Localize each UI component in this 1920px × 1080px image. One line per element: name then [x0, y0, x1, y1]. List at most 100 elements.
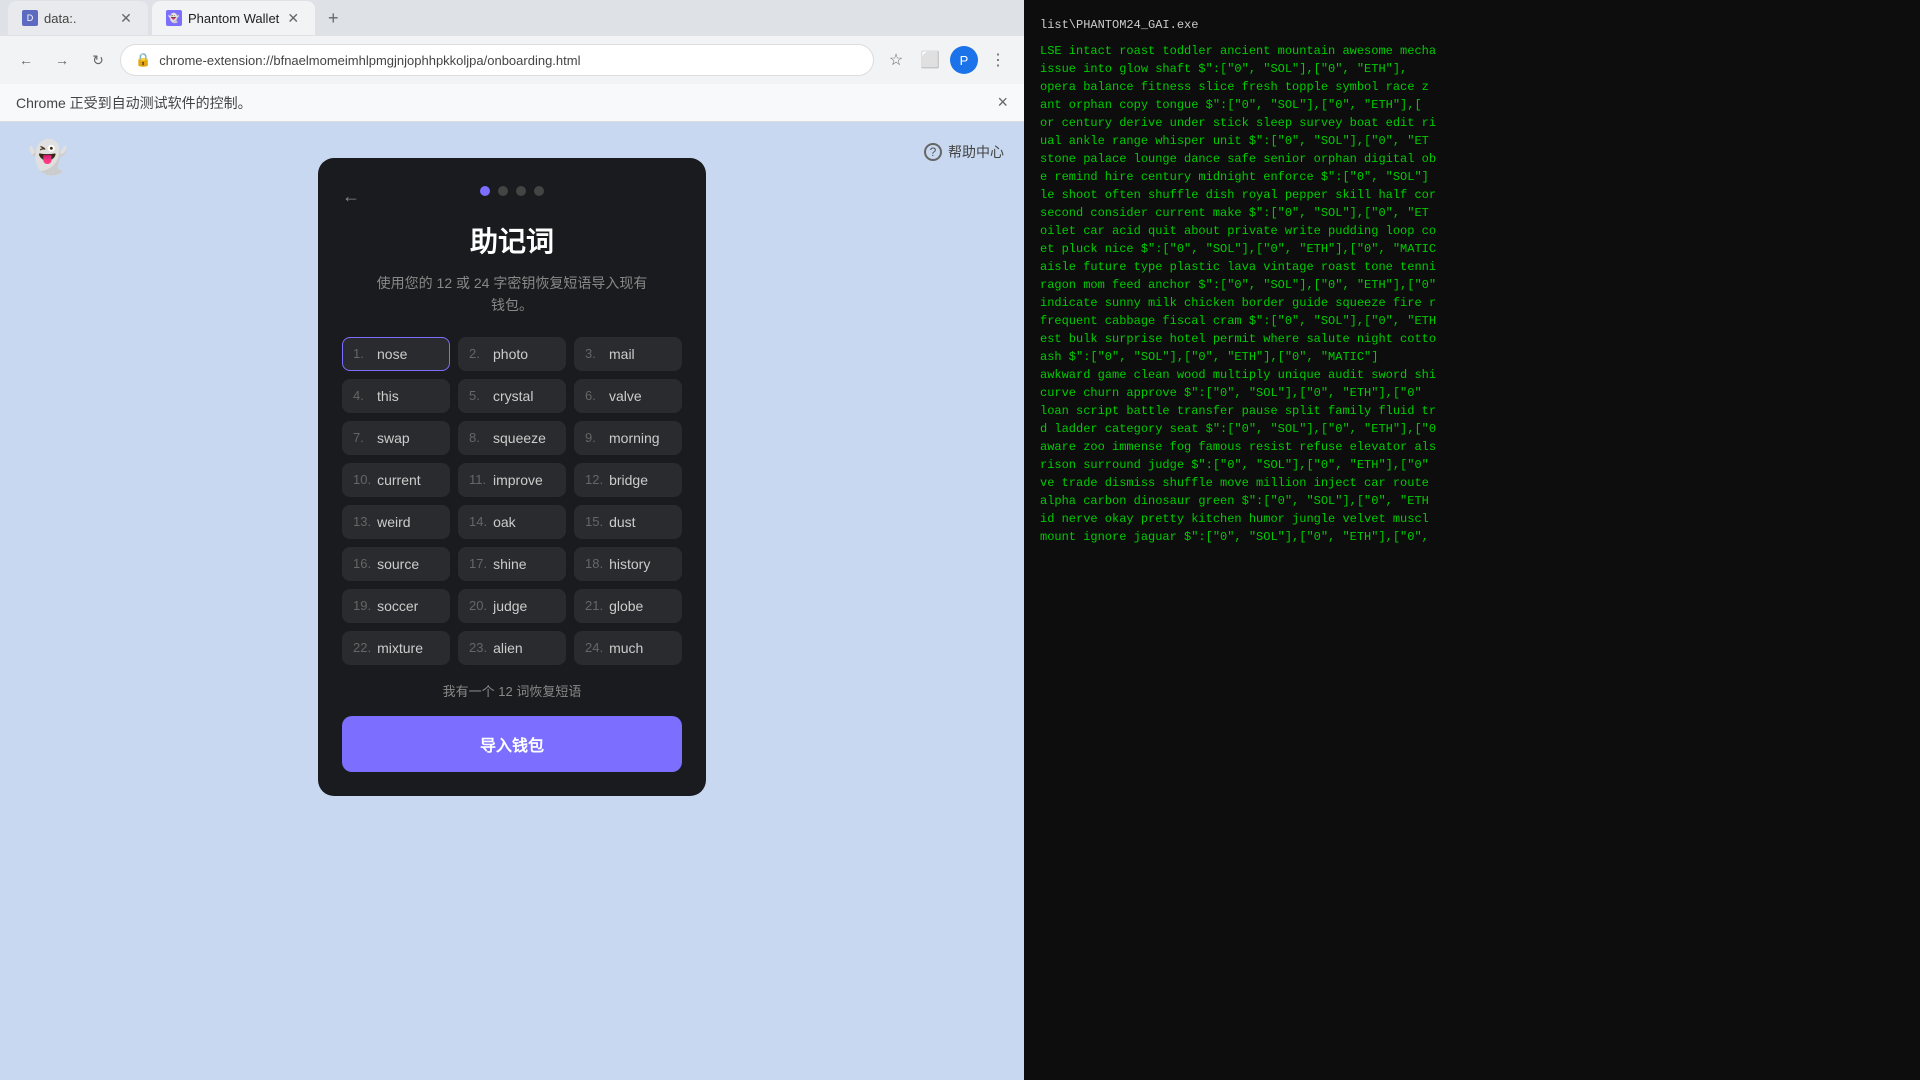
tab-data[interactable]: D data:. ✕ — [8, 1, 148, 35]
seed-num-24: 24. — [585, 640, 603, 655]
seed-cell-15: 15.dust — [574, 505, 682, 539]
seed-num-16: 16. — [353, 556, 371, 571]
terminal-line: le shoot often shuffle dish royal pepper… — [1040, 186, 1904, 204]
extensions-icon[interactable]: ⬜ — [916, 46, 944, 74]
back-button[interactable]: ← — [342, 186, 360, 207]
seed-word-10: current — [377, 472, 421, 488]
seed-word-18: history — [609, 556, 650, 572]
terminal-line: loan script battle transfer pause split … — [1040, 402, 1904, 420]
seed-num-15: 15. — [585, 514, 603, 529]
terminal-content: LSE intact roast toddler ancient mountai… — [1040, 42, 1904, 546]
seed-num-1: 1. — [353, 346, 371, 361]
profile-icon[interactable]: P — [950, 46, 978, 74]
seed-cell-7: 7.swap — [342, 421, 450, 455]
seed-word-14: oak — [493, 514, 516, 530]
seed-word-13: weird — [377, 514, 410, 530]
seed-word-17: shine — [493, 556, 526, 572]
seed-word-3: mail — [609, 346, 635, 362]
page-content: 👻 ? 帮助中心 ← 助记词 使用您的 12 或 24 字密钥恢复短语导入现有钱… — [0, 122, 1024, 1080]
seed-cell-21: 21.globe — [574, 589, 682, 623]
seed-cell-17: 17. shine — [458, 547, 566, 581]
seed-word-5: crystal — [493, 388, 533, 404]
seed-word-16: source — [377, 556, 419, 572]
progress-dot-2 — [498, 186, 508, 196]
bookmark-icon[interactable]: ☆ — [882, 46, 910, 74]
browser-window: D data:. ✕ 👻 Phantom Wallet ✕ + ← → ↻ 🔒 … — [0, 0, 1024, 1080]
help-icon: ? — [924, 143, 942, 161]
seed-word-9: morning — [609, 430, 660, 446]
seed-num-10: 10. — [353, 472, 371, 487]
seed-word-19: soccer — [377, 598, 418, 614]
seed-num-4: 4. — [353, 388, 371, 403]
help-center-link[interactable]: ? 帮助中心 — [924, 142, 1004, 162]
seed-num-9: 9. — [585, 430, 603, 445]
seed-word-8: squeeze — [493, 430, 546, 446]
seed-input-1[interactable] — [377, 346, 439, 362]
seed-phrase-grid: 1.2.photo3.mail4.this5.crystal6.valve7.s… — [342, 337, 682, 665]
terminal-line: id nerve okay pretty kitchen humor jungl… — [1040, 510, 1904, 528]
seed-num-8: 8. — [469, 430, 487, 445]
tab-close-phantom[interactable]: ✕ — [285, 10, 301, 26]
new-tab-button[interactable]: + — [319, 4, 347, 32]
seed-cell-6: 6.valve — [574, 379, 682, 413]
seed-cell-11: 11.improve — [458, 463, 566, 497]
menu-icon[interactable]: ⋮ — [984, 46, 1012, 74]
seed-num-11: 11. — [469, 472, 487, 487]
seed-cell-24: 24.much — [574, 631, 682, 665]
seed-num-3: 3. — [585, 346, 603, 361]
seed-word-7: swap — [377, 430, 410, 446]
terminal-line: ual ankle range whisper unit $":["0", "S… — [1040, 132, 1904, 150]
seed-cell-18: 18. history — [574, 547, 682, 581]
toolbar-icons: ☆ ⬜ P ⋮ — [882, 46, 1012, 74]
seed-num-17: 17. — [469, 556, 487, 571]
back-nav-button[interactable]: ← — [12, 46, 40, 74]
tab-favicon-phantom: 👻 — [166, 10, 182, 26]
tab-close-data[interactable]: ✕ — [118, 10, 134, 26]
import-wallet-button[interactable]: 导入钱包 — [342, 716, 682, 772]
tab-phantom[interactable]: 👻 Phantom Wallet ✕ — [152, 1, 315, 35]
seed-cell-1[interactable]: 1. — [342, 337, 450, 371]
seed-cell-10: 10. current — [342, 463, 450, 497]
terminal-line: stone palace lounge dance safe senior or… — [1040, 150, 1904, 168]
terminal-line: oilet car acid quit about private write … — [1040, 222, 1904, 240]
address-bar[interactable]: 🔒 chrome-extension://bfnaelmomeimhlpmgjn… — [120, 44, 874, 76]
notification-close-button[interactable]: × — [997, 92, 1008, 113]
progress-dots — [342, 186, 682, 196]
terminal-line: curve churn approve $":["0", "SOL"],["0"… — [1040, 384, 1904, 402]
seed-word-12: bridge — [609, 472, 648, 488]
terminal-line: awkward game clean wood multiply unique … — [1040, 366, 1904, 384]
seed-word-4: this — [377, 388, 399, 404]
address-bar-row: ← → ↻ 🔒 chrome-extension://bfnaelmomeimh… — [0, 36, 1024, 84]
terminal-line: ragon mom feed anchor $":["0", "SOL"],["… — [1040, 276, 1904, 294]
seed-cell-8: 8. squeeze — [458, 421, 566, 455]
help-center-label: 帮助中心 — [948, 142, 1004, 162]
tab-favicon-data: D — [22, 10, 38, 26]
seed-cell-14: 14. oak — [458, 505, 566, 539]
terminal-line: mount ignore jaguar $":["0", "SOL"],["0"… — [1040, 528, 1904, 546]
address-text: chrome-extension://bfnaelmomeimhlpmgjnjo… — [159, 53, 859, 68]
twelve-word-link[interactable]: 我有一个 12 词恢复短语 — [342, 681, 682, 700]
seed-num-23: 23. — [469, 640, 487, 655]
notification-text: Chrome 正受到自动测试软件的控制。 — [16, 93, 252, 113]
terminal-line: rison surround judge $":["0", "SOL"],["0… — [1040, 456, 1904, 474]
seed-num-5: 5. — [469, 388, 487, 403]
phantom-logo[interactable]: 👻 — [28, 138, 68, 176]
modal-subtitle: 使用您的 12 或 24 字密钥恢复短语导入现有钱包。 — [342, 272, 682, 317]
seed-cell-19: 19.soccer — [342, 589, 450, 623]
modal-title: 助记词 — [342, 220, 682, 260]
tab-bar: D data:. ✕ 👻 Phantom Wallet ✕ + — [0, 0, 1024, 36]
seed-num-6: 6. — [585, 388, 603, 403]
seed-cell-9: 9. morning — [574, 421, 682, 455]
seed-num-13: 13. — [353, 514, 371, 529]
terminal-window: list\PHANTOM24_GAI.exe LSE intact roast … — [1024, 0, 1920, 1080]
seed-num-14: 14. — [469, 514, 487, 529]
seed-cell-16: 16. source — [342, 547, 450, 581]
forward-nav-button[interactable]: → — [48, 46, 76, 74]
tab-label-phantom: Phantom Wallet — [188, 11, 279, 26]
seed-num-21: 21. — [585, 598, 603, 613]
seed-num-18: 18. — [585, 556, 603, 571]
reload-button[interactable]: ↻ — [84, 46, 112, 74]
terminal-line: LSE intact roast toddler ancient mountai… — [1040, 42, 1904, 60]
terminal-line: or century derive under stick sleep surv… — [1040, 114, 1904, 132]
seed-cell-13: 13. weird — [342, 505, 450, 539]
